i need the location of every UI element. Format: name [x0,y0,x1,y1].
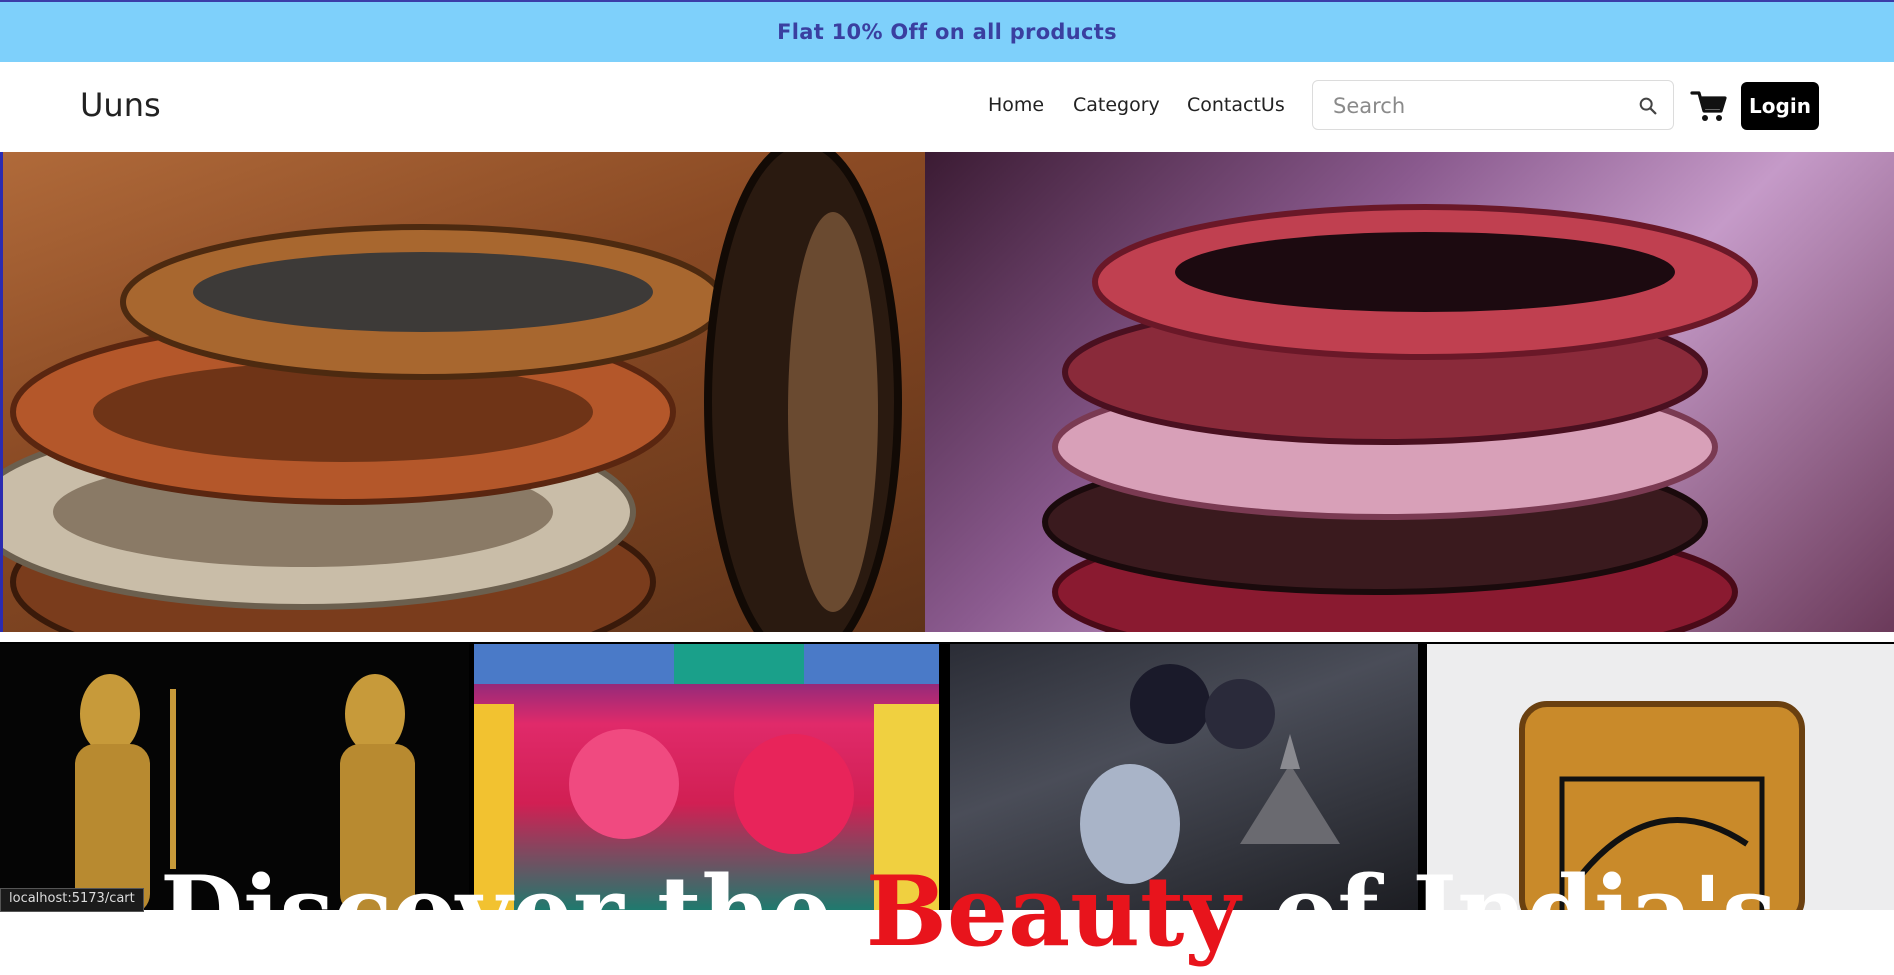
hero-text-start: Discover the [160,855,866,968]
search-icon[interactable] [1637,95,1659,117]
lacquer-bangles-illustration [1042,204,1758,632]
hero-text-end: of India's [1240,855,1777,968]
wooden-bangles-illustration [3,152,902,632]
carousel-image-wooden-bangles[interactable] [0,152,925,632]
promo-banner: Flat 10% Off on all products [0,0,1894,62]
browser-status-url: localhost:5173/cart [0,888,144,912]
search-box [1312,80,1674,130]
navbar: Uuns Home Category ContactUs Login [0,62,1894,152]
nav-link-home[interactable]: Home [988,94,1044,116]
nav-link-category[interactable]: Category [1073,94,1160,116]
promo-text: Flat 10% Off on all products [777,20,1117,44]
login-button[interactable]: Login [1741,82,1819,130]
carousel-image-lacquer-bangles[interactable] [925,152,1894,632]
cart-icon[interactable] [1690,89,1728,123]
search-input[interactable] [1331,89,1625,123]
hero-highlight-word: Beauty [865,855,1241,968]
brand-logo[interactable]: Uuns [80,86,161,124]
nav-link-contactus[interactable]: ContactUs [1187,94,1285,116]
hero-heading: Discover the Beauty of India's [160,855,1776,975]
